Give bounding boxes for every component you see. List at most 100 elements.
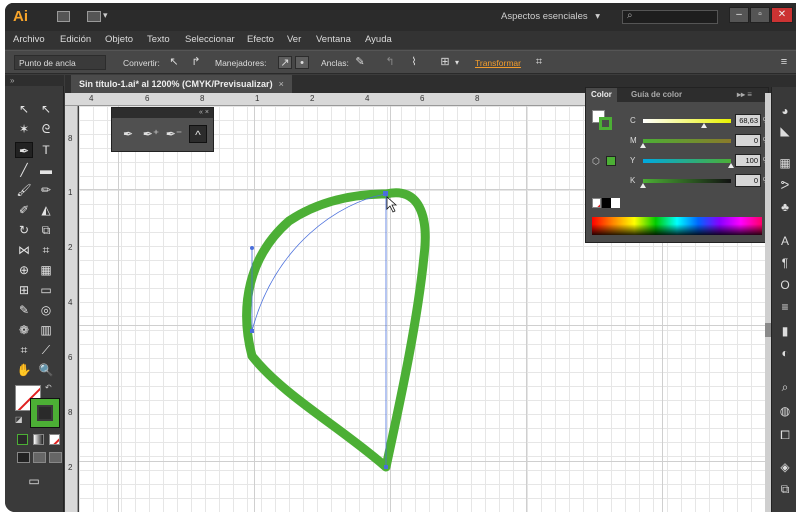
slider-value[interactable]: 100: [735, 154, 761, 167]
selected-path[interactable]: [251, 193, 387, 332]
pencil-tool-icon[interactable]: ✏: [37, 182, 55, 198]
gradient-mode-icon[interactable]: [33, 434, 44, 445]
menu-archivo[interactable]: Archivo: [13, 34, 45, 45]
character-dock-icon[interactable]: A: [777, 233, 793, 249]
pen-tool-icon[interactable]: ✒: [119, 125, 137, 143]
stroke-dock-icon[interactable]: ≡: [777, 299, 793, 315]
slider-track[interactable]: [643, 179, 731, 183]
layers-dock-icon[interactable]: ◈: [777, 459, 793, 475]
draw-normal-icon[interactable]: [17, 452, 30, 463]
leaf-shape[interactable]: [242, 188, 430, 472]
pen-tool-icon[interactable]: ✒: [15, 142, 33, 158]
align-chevron-icon[interactable]: ▾: [450, 56, 464, 69]
perspective-grid-tool-icon[interactable]: ▦: [37, 262, 55, 278]
help-search-input[interactable]: ⌕: [622, 10, 718, 24]
type-tool-icon[interactable]: T: [37, 142, 55, 158]
paintbrush-tool-icon[interactable]: 🖌: [15, 182, 33, 198]
color-panel-menu-icon[interactable]: ▸▸ ≡: [732, 88, 757, 102]
hide-handles-icon[interactable]: •: [295, 56, 309, 69]
zoom-tool-icon[interactable]: 🔍: [37, 362, 55, 378]
white-swatch[interactable]: [611, 198, 620, 208]
workspace-switcher[interactable]: Aspectos esenciales ▾: [501, 11, 600, 22]
pen-panel-header[interactable]: « ×: [112, 108, 213, 118]
tab-color-guide[interactable]: Guía de color: [626, 88, 687, 102]
menu-ver[interactable]: Ver: [287, 34, 301, 45]
vertical-ruler[interactable]: 8 1 2 4 6 8 2: [65, 106, 78, 512]
none-mode-icon[interactable]: [49, 434, 60, 445]
slice-tool-icon[interactable]: ⟋: [37, 342, 55, 358]
add-anchor-icon[interactable]: ✒⁺: [142, 125, 160, 143]
collapse-icon[interactable]: «: [199, 109, 203, 116]
tools-panel-grip[interactable]: »: [5, 75, 64, 86]
tab-color[interactable]: Color: [586, 88, 617, 102]
maximize-button[interactable]: ▫: [750, 7, 770, 23]
none-swatch[interactable]: [592, 198, 601, 208]
minimize-button[interactable]: –: [729, 7, 749, 23]
scale-tool-icon[interactable]: ⧉: [37, 222, 55, 238]
menu-seleccionar[interactable]: Seleccionar: [185, 34, 235, 45]
slider-c[interactable]: C 68,63 %: [630, 114, 770, 128]
opentype-dock-icon[interactable]: O: [777, 277, 793, 293]
handle-point[interactable]: [250, 246, 254, 250]
slider-thumb[interactable]: [728, 163, 734, 168]
rectangle-tool-icon[interactable]: ▬: [37, 162, 55, 178]
menu-texto[interactable]: Texto: [147, 34, 170, 45]
convert-to-smooth-icon[interactable]: ↱: [189, 56, 203, 69]
show-handles-icon[interactable]: ↗: [278, 56, 292, 69]
rotate-tool-icon[interactable]: ↻: [15, 222, 33, 238]
slider-value[interactable]: 68,63: [735, 114, 761, 127]
selection-tool-icon[interactable]: ↖: [15, 101, 33, 117]
direct-selection-tool-icon[interactable]: ↖: [37, 101, 55, 117]
anchor-point[interactable]: [384, 465, 388, 469]
arrange-documents-icon[interactable]: [87, 11, 101, 22]
paragraph-dock-icon[interactable]: ¶: [777, 255, 793, 271]
lasso-tool-icon[interactable]: ᘓ: [37, 121, 55, 137]
color-panel-dock-icon[interactable]: ◕: [777, 103, 793, 119]
slider-k[interactable]: K 0 %: [630, 174, 770, 188]
delete-anchor-icon[interactable]: ✒⁻: [165, 125, 183, 143]
close-window-button[interactable]: ✕: [771, 7, 793, 23]
cut-path-icon[interactable]: ⌇: [407, 56, 421, 69]
control-panel-menu-icon[interactable]: ≡: [777, 56, 791, 69]
arrange-chevron-icon[interactable]: ▾: [103, 10, 108, 21]
slider-y[interactable]: Y 100 %: [630, 154, 770, 168]
color-guide-dock-icon[interactable]: ◣: [777, 123, 793, 139]
draw-behind-icon[interactable]: [33, 452, 46, 463]
document-tab[interactable]: Sin título-1.ai* al 1200% (CMYK/Previsua…: [71, 75, 292, 93]
web-safe-swatch[interactable]: [606, 156, 616, 166]
isolate-icon[interactable]: ⌗: [532, 56, 546, 69]
slider-track[interactable]: [643, 119, 731, 123]
swap-fill-stroke-icon[interactable]: ↶: [45, 383, 52, 392]
line-tool-icon[interactable]: ╱: [15, 162, 33, 178]
slider-thumb[interactable]: [700, 123, 707, 128]
menu-edicion[interactable]: Edición: [60, 34, 91, 45]
width-tool-icon[interactable]: ⋈: [15, 242, 33, 258]
swatches-dock-icon[interactable]: ▦: [777, 155, 793, 171]
menu-objeto[interactable]: Objeto: [105, 34, 133, 45]
stroke-swatch[interactable]: [30, 398, 60, 428]
remove-anchor-icon[interactable]: ✎: [353, 56, 367, 69]
slider-track[interactable]: [643, 159, 731, 163]
artboards-dock-icon[interactable]: ⧉: [777, 481, 793, 497]
menu-ayuda[interactable]: Ayuda: [365, 34, 392, 45]
convert-to-corner-icon[interactable]: ↖: [167, 56, 181, 69]
brushes-dock-icon[interactable]: ᕗ: [777, 177, 793, 193]
out-of-gamut-icon[interactable]: ⬡: [592, 156, 602, 166]
slider-track[interactable]: [643, 139, 731, 143]
color-spectrum[interactable]: [592, 217, 762, 235]
shape-builder-tool-icon[interactable]: ⊕: [15, 262, 33, 278]
slider-m[interactable]: M 0 %: [630, 134, 770, 148]
bridge-icon[interactable]: [57, 11, 70, 22]
color-mode-icon[interactable]: [17, 434, 28, 445]
default-fill-stroke-icon[interactable]: ◪: [15, 415, 23, 424]
hand-tool-icon[interactable]: ✋: [15, 362, 33, 378]
transform-dock-icon[interactable]: ⧠: [777, 427, 793, 443]
black-swatch[interactable]: [602, 198, 611, 208]
transform-link[interactable]: Transformar: [475, 58, 521, 68]
mesh-tool-icon[interactable]: ⊞: [15, 282, 33, 298]
close-icon[interactable]: ×: [205, 109, 209, 116]
graphic-styles-dock-icon[interactable]: ◍: [777, 403, 793, 419]
artboard-tool-icon[interactable]: ⌗: [15, 342, 33, 358]
draw-inside-icon[interactable]: [49, 452, 62, 463]
screen-mode-icon[interactable]: ▭: [25, 473, 43, 489]
